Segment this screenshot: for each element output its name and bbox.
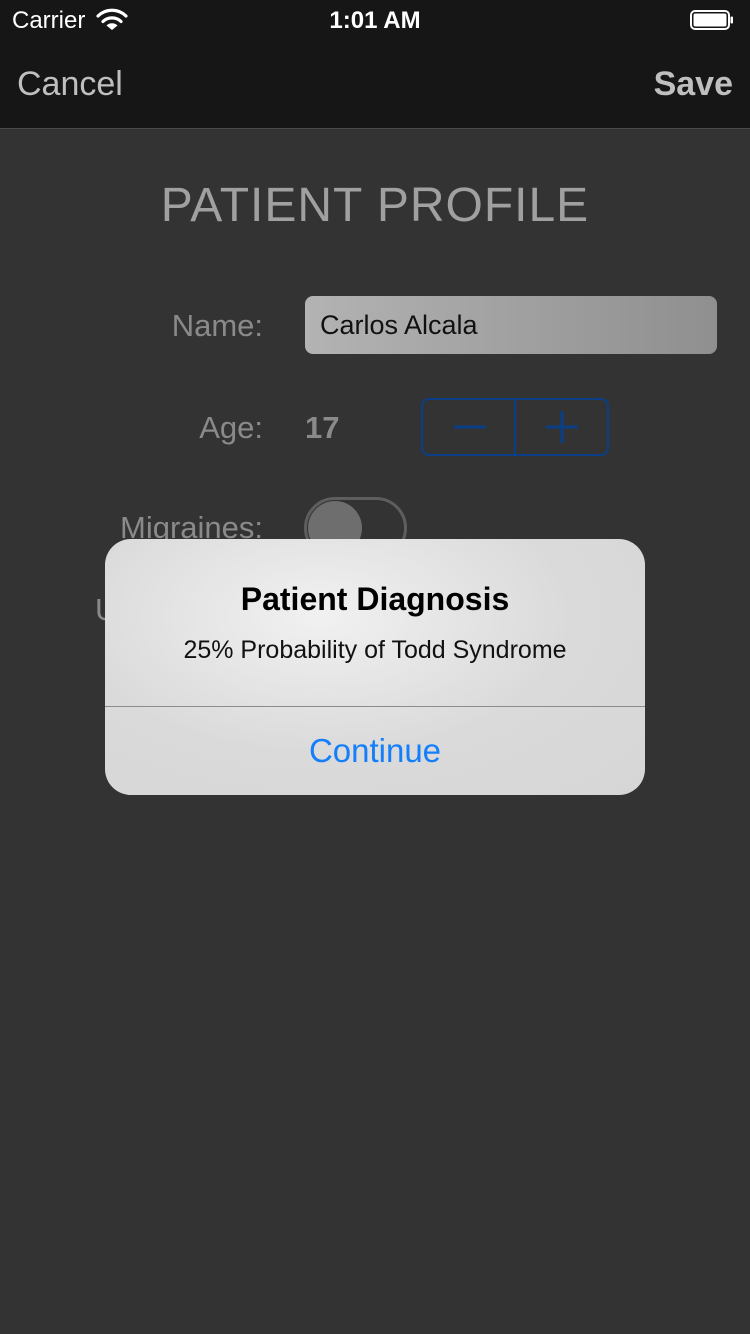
page-title: PATIENT PROFILE bbox=[160, 179, 590, 232]
save-button[interactable]: Save bbox=[654, 64, 733, 104]
alert-message: 25% Probability of Todd Syndrome bbox=[183, 636, 567, 664]
cancel-button[interactable]: Cancel bbox=[17, 64, 123, 104]
name-label: Name: bbox=[171, 308, 263, 343]
status-time: 1:01 AM bbox=[329, 7, 421, 34]
age-label: Age: bbox=[199, 410, 263, 445]
navigation-bar: Carrier 1:01 AM Cancel Save bbox=[0, 0, 750, 129]
name-field[interactable]: Carlos Alcala bbox=[305, 296, 717, 354]
diagnosis-alert: Patient Diagnosis 25% Probability of Tod… bbox=[105, 539, 645, 795]
age-value: 17 bbox=[305, 410, 340, 445]
minus-icon bbox=[454, 425, 486, 429]
age-stepper bbox=[421, 398, 609, 456]
age-decrement-button[interactable] bbox=[423, 400, 514, 454]
app-screen: Carrier 1:01 AM Cancel Save PATIENT PROF… bbox=[0, 0, 750, 1334]
plus-icon bbox=[546, 411, 578, 443]
battery-icon bbox=[690, 10, 733, 30]
age-increment-button[interactable] bbox=[514, 400, 607, 454]
alert-title: Patient Diagnosis bbox=[240, 581, 510, 617]
continue-button[interactable]: Continue bbox=[105, 707, 645, 795]
